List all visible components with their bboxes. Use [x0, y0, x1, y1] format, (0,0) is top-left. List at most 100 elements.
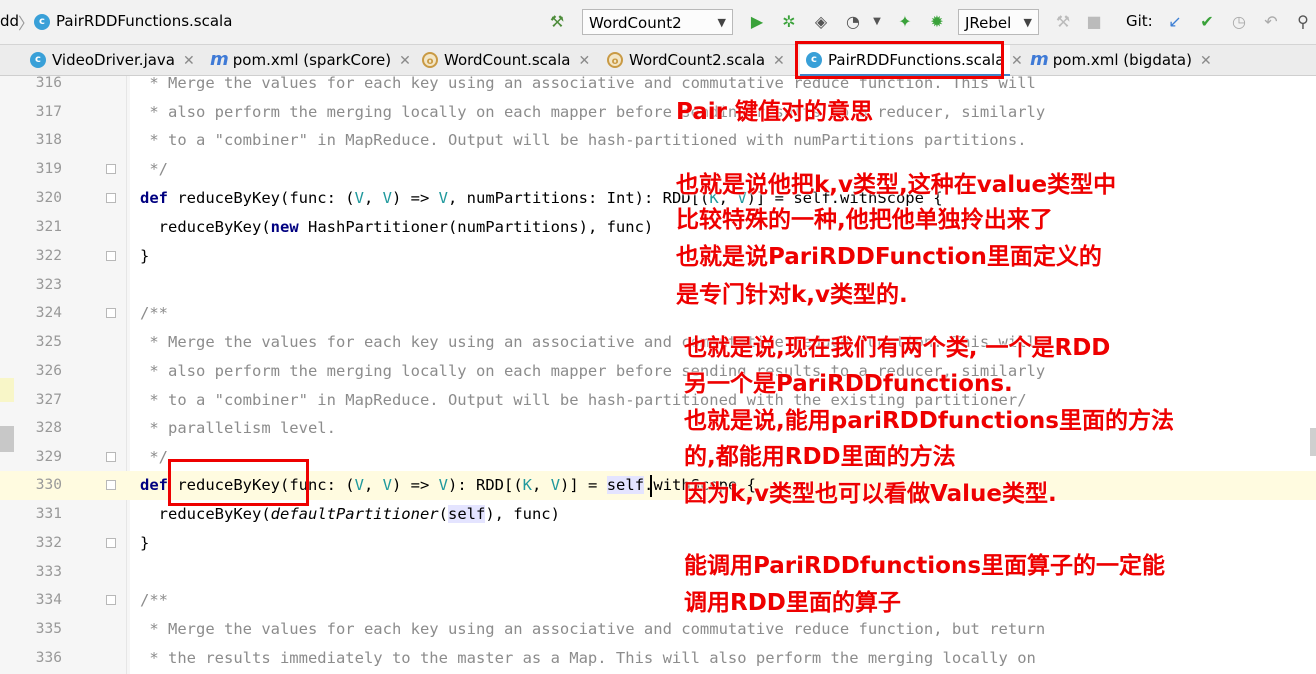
code-text: /** — [140, 591, 168, 609]
close-icon[interactable]: ✕ — [183, 53, 195, 69]
navigation-toolbar: dd 〉 c PairRDDFunctions.scala ⚒ WordCoun… — [0, 0, 1316, 45]
tab-label: pom.xml (sparkCore) — [232, 51, 392, 69]
jrebel-debug-icon[interactable]: ✹ — [928, 13, 946, 31]
attach-icon[interactable]: ⚒ — [1054, 13, 1072, 31]
code-editor[interactable]: 316 * Merge the values for each key usin… — [0, 74, 1316, 674]
fold-icon[interactable] — [106, 538, 116, 548]
tab-label: pom.xml (bigdata) — [1052, 51, 1192, 69]
code-line: 321 reduceByKey(new HashPartitioner(numP… — [0, 213, 1316, 242]
code-line: 323 — [0, 271, 1316, 300]
line-number: 332 — [35, 535, 62, 551]
annotation-note: 也就是说,现在我们有两个类, 一个是RDD — [684, 335, 1111, 361]
code-text: */ — [140, 160, 168, 178]
chevron-down-icon: ▼ — [1023, 16, 1032, 29]
code-line: 335 * Merge the values for each key usin… — [0, 615, 1316, 644]
fold-icon[interactable] — [106, 164, 116, 174]
code-line: 326 * also perform the merging locally o… — [0, 357, 1316, 386]
scala-class-icon: c — [34, 14, 50, 30]
code-text: reduceByKey(new HashPartitioner(numParti… — [140, 218, 654, 236]
code-text: * also perform the merging locally on ea… — [140, 103, 1046, 121]
line-number: 325 — [35, 334, 62, 350]
maven-icon: m — [1030, 48, 1049, 70]
line-number: 324 — [35, 305, 62, 321]
code-text: * to a "combiner" in MapReduce. Output w… — [140, 131, 1027, 149]
fold-icon[interactable] — [106, 308, 116, 318]
code-line: 325 * Merge the values for each key usin… — [0, 328, 1316, 357]
line-number: 323 — [35, 277, 62, 293]
git-update-icon[interactable]: ↙ — [1166, 13, 1184, 31]
line-number: 321 — [35, 219, 62, 235]
java-class-icon: c — [30, 51, 46, 68]
git-commit-icon[interactable]: ✔ — [1198, 13, 1216, 31]
code-text: */ — [140, 448, 168, 466]
coverage-icon[interactable]: ◈ — [812, 13, 830, 31]
line-number: 318 — [35, 132, 62, 148]
line-number: 328 — [35, 420, 62, 436]
chevron-down-icon: ▼ — [717, 16, 726, 29]
fold-icon[interactable] — [106, 480, 116, 490]
annotation-note: 的,都能用RDD里面的方法 — [684, 444, 956, 470]
annotation-note: 也就是说他把k,v类型,这种在value类型中 — [676, 172, 1117, 198]
code-line: 322 } — [0, 242, 1316, 271]
close-icon[interactable]: ✕ — [773, 53, 785, 69]
close-icon[interactable]: ✕ — [1200, 53, 1212, 69]
fold-icon[interactable] — [106, 595, 116, 605]
profile-icon[interactable]: ◔ — [844, 13, 862, 31]
line-number: 330 — [35, 477, 62, 493]
annotation-note: 也就是说,能用pariRDDfunctions里面的方法 — [684, 408, 1174, 434]
scala-object-icon: o — [422, 51, 438, 68]
line-number: 317 — [35, 104, 62, 120]
breadcrumb-separator-icon: 〉 — [18, 14, 35, 33]
annotation-note: 也就是说PariRDDFunction里面定义的 — [676, 244, 1102, 270]
stop-icon[interactable]: ■ — [1085, 13, 1103, 31]
fold-icon[interactable] — [106, 251, 116, 261]
code-text: } — [140, 534, 150, 552]
annotation-note: 是专门针对k,v类型的. — [676, 282, 908, 308]
line-number: 327 — [35, 392, 62, 408]
annotation-box-active-tab — [795, 41, 1004, 79]
code-text: } — [140, 247, 150, 265]
code-line: 324 /** — [0, 299, 1316, 328]
git-history-icon[interactable]: ◷ — [1230, 13, 1248, 31]
jrebel-run-icon[interactable]: ✦ — [896, 13, 914, 31]
code-line: 318 * to a "combiner" in MapReduce. Outp… — [0, 126, 1316, 155]
code-text: * parallelism level. — [140, 419, 336, 437]
line-number: 316 — [35, 75, 62, 91]
annotation-note: 另一个是PariRDDfunctions. — [684, 371, 1013, 397]
annotation-box-reducebykey — [168, 459, 309, 506]
line-number: 320 — [35, 190, 62, 206]
fold-icon[interactable] — [106, 193, 116, 203]
run-config-select[interactable]: WordCount2 ▼ — [582, 9, 733, 35]
profile-dropdown-icon[interactable]: ▼ — [868, 13, 886, 31]
code-line: 316 * Merge the values for each key usin… — [0, 69, 1316, 98]
run-icon[interactable]: ▶ — [748, 13, 766, 31]
fold-icon[interactable] — [106, 452, 116, 462]
run-config-label: WordCount2 — [589, 14, 682, 32]
line-number: 333 — [35, 564, 62, 580]
breadcrumb-file[interactable]: PairRDDFunctions.scala — [56, 12, 232, 30]
git-rollback-icon[interactable]: ↶ — [1262, 13, 1280, 31]
code-text: /** — [140, 304, 168, 322]
code-line: 336 * the results immediately to the mas… — [0, 644, 1316, 673]
line-number: 329 — [35, 449, 62, 465]
line-number: 331 — [35, 506, 62, 522]
code-line: 320 def reduceByKey(func: (V, V) => V, n… — [0, 184, 1316, 213]
jrebel-select[interactable]: JRebel ▼ — [958, 9, 1039, 35]
search-icon[interactable]: ⚲ — [1294, 13, 1312, 31]
code-line: 334 /** — [0, 586, 1316, 615]
line-number: 336 — [35, 650, 62, 666]
close-icon[interactable]: ✕ — [399, 53, 411, 69]
git-label: Git: — [1126, 12, 1153, 30]
debug-icon[interactable]: ✲ — [780, 13, 798, 31]
jrebel-label: JRebel — [965, 14, 1012, 32]
build-hammer-icon[interactable]: ⚒ — [548, 13, 566, 31]
close-icon[interactable]: ✕ — [578, 53, 590, 69]
maven-icon: m — [210, 48, 229, 70]
breadcrumb-prev[interactable]: dd — [0, 12, 19, 30]
code-text: * the results immediately to the master … — [140, 649, 1036, 667]
line-number: 322 — [35, 248, 62, 264]
annotation-note: 因为k,v类型也可以看做Value类型. — [684, 481, 1057, 507]
tab-label: WordCount2.scala — [629, 51, 766, 69]
text-caret — [650, 475, 652, 497]
annotation-note: 调用RDD里面的算子 — [684, 590, 901, 616]
